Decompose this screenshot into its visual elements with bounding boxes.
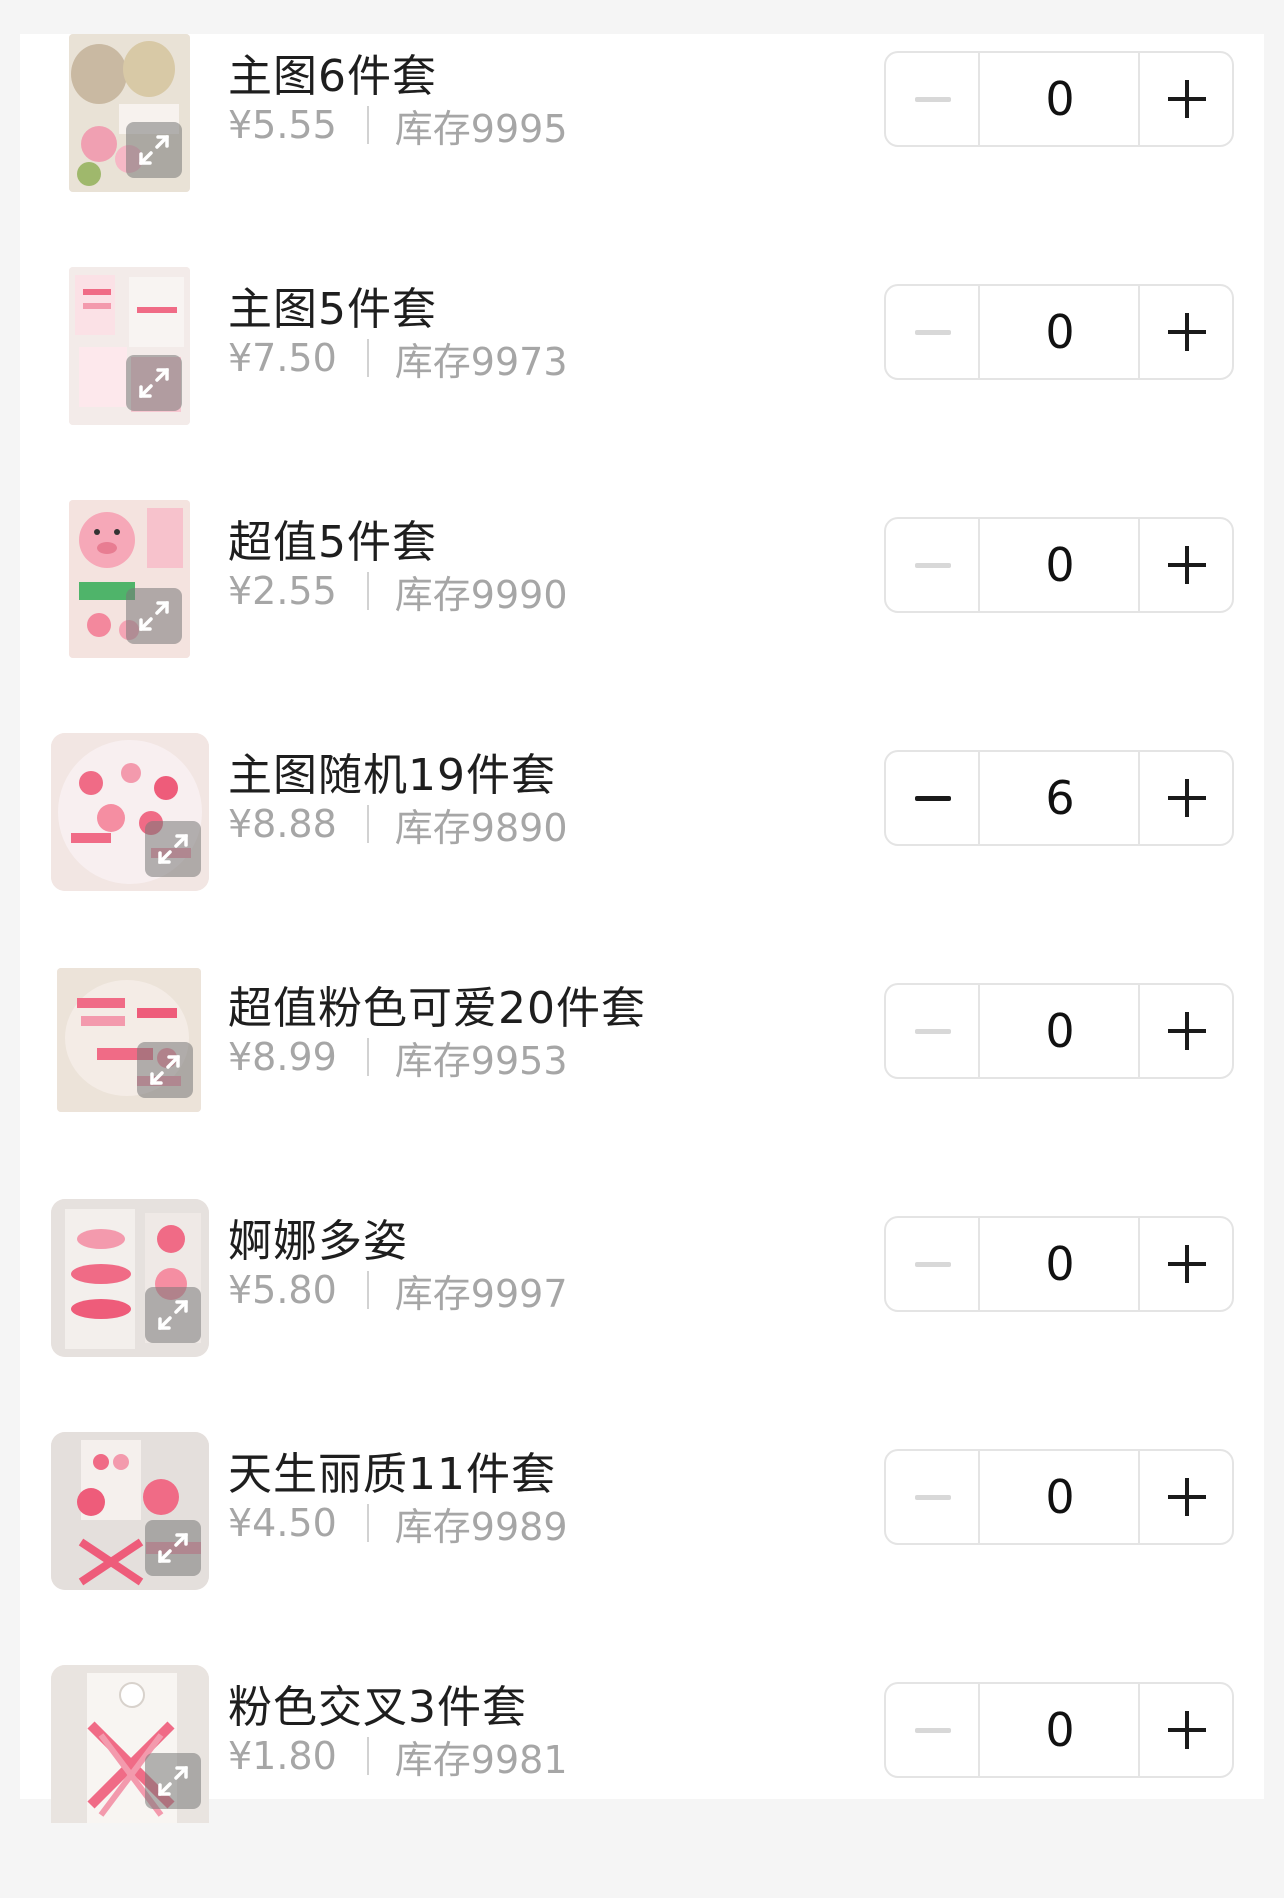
sku-list: 主图6件套 ¥5.55 库存9995 0 主图5件套 ¥7.50 库存9973 …	[20, 34, 1264, 1823]
product-price: ¥1.80	[228, 1734, 337, 1778]
plus-icon[interactable]	[1138, 985, 1232, 1077]
minus-icon[interactable]	[886, 1218, 980, 1310]
quantity-stepper: 0	[884, 517, 1234, 613]
divider	[366, 106, 369, 144]
plus-icon[interactable]	[1138, 1451, 1232, 1543]
quantity-value[interactable]: 0	[980, 1451, 1140, 1543]
expand-icon[interactable]	[145, 1520, 201, 1576]
minus-icon[interactable]	[886, 1684, 980, 1776]
quantity-value[interactable]: 6	[980, 752, 1140, 844]
product-name: 超值粉色可爱20件套	[228, 983, 646, 1034]
product-name: 主图6件套	[228, 51, 437, 102]
quantity-value[interactable]: 0	[980, 519, 1140, 611]
product-stock: 库存9981	[394, 1737, 568, 1782]
product-thumbnail[interactable]	[69, 500, 190, 658]
divider	[366, 1038, 369, 1076]
product-meta: ¥8.88 库存9890	[228, 799, 568, 850]
product-name: 主图随机19件套	[228, 750, 556, 801]
product-stock: 库存9890	[394, 805, 568, 850]
product-name: 天生丽质11件套	[228, 1449, 556, 1500]
expand-icon[interactable]	[145, 821, 201, 877]
quantity-stepper: 0	[884, 983, 1234, 1079]
product-meta: ¥1.80 库存9981	[228, 1731, 568, 1782]
divider	[366, 572, 369, 610]
quantity-value[interactable]: 0	[980, 286, 1140, 378]
product-thumbnail[interactable]	[51, 1199, 209, 1357]
product-thumbnail[interactable]	[51, 1432, 209, 1590]
product-stock: 库存9953	[394, 1038, 568, 1083]
product-name: 主图5件套	[228, 284, 437, 335]
expand-icon[interactable]	[145, 1287, 201, 1343]
product-stock: 库存9973	[394, 339, 568, 384]
list-item: 超值5件套 ¥2.55 库存9990 0	[20, 500, 1264, 733]
plus-icon[interactable]	[1138, 752, 1232, 844]
quantity-stepper: 0	[884, 1682, 1234, 1778]
list-item: 超值粉色可爱20件套 ¥8.99 库存9953 0	[20, 966, 1264, 1199]
plus-icon[interactable]	[1138, 286, 1232, 378]
product-stock: 库存9997	[394, 1271, 568, 1316]
list-item: 主图5件套 ¥7.50 库存9973 0	[20, 267, 1264, 500]
plus-icon[interactable]	[1138, 1218, 1232, 1310]
plus-icon[interactable]	[1138, 519, 1232, 611]
product-price: ¥4.50	[228, 1501, 337, 1545]
expand-icon[interactable]	[126, 588, 182, 644]
quantity-stepper: 6	[884, 750, 1234, 846]
product-meta: ¥5.80 库存9997	[228, 1265, 568, 1316]
product-price: ¥2.55	[228, 569, 337, 613]
minus-icon[interactable]	[886, 286, 980, 378]
list-item: 天生丽质11件套 ¥4.50 库存9989 0	[20, 1432, 1264, 1665]
quantity-stepper: 0	[884, 51, 1234, 147]
minus-icon[interactable]	[886, 1451, 980, 1543]
expand-icon[interactable]	[137, 1042, 193, 1098]
product-thumbnail[interactable]	[69, 34, 190, 192]
quantity-stepper: 0	[884, 1449, 1234, 1545]
plus-icon[interactable]	[1138, 1684, 1232, 1776]
quantity-stepper: 0	[884, 284, 1234, 380]
quantity-value[interactable]: 0	[980, 985, 1140, 1077]
product-thumbnail[interactable]	[51, 1665, 209, 1823]
list-item: 粉色交叉3件套 ¥1.80 库存9981 0	[20, 1665, 1264, 1898]
product-meta: ¥8.99 库存9953	[228, 1032, 568, 1083]
divider	[366, 1271, 369, 1309]
list-item: 主图6件套 ¥5.55 库存9995 0	[20, 34, 1264, 267]
product-name: 粉色交叉3件套	[228, 1682, 527, 1733]
product-thumbnail[interactable]	[57, 968, 201, 1112]
plus-icon[interactable]	[1138, 53, 1232, 145]
product-meta: ¥5.55 库存9995	[228, 100, 568, 151]
product-meta: ¥7.50 库存9973	[228, 333, 568, 384]
minus-icon[interactable]	[886, 752, 980, 844]
minus-icon[interactable]	[886, 53, 980, 145]
quantity-value[interactable]: 0	[980, 53, 1140, 145]
divider	[366, 805, 369, 843]
product-price: ¥8.99	[228, 1035, 337, 1079]
quantity-value[interactable]: 0	[980, 1684, 1140, 1776]
product-price: ¥8.88	[228, 802, 337, 846]
expand-icon[interactable]	[126, 355, 182, 411]
divider	[366, 1504, 369, 1542]
divider	[366, 1737, 369, 1775]
list-item: 婀娜多姿 ¥5.80 库存9997 0	[20, 1199, 1264, 1432]
quantity-stepper: 0	[884, 1216, 1234, 1312]
product-price: ¥7.50	[228, 336, 337, 380]
product-stock: 库存9989	[394, 1504, 568, 1549]
divider	[366, 339, 369, 377]
product-meta: ¥2.55 库存9990	[228, 566, 568, 617]
list-item: 主图随机19件套 ¥8.88 库存9890 6	[20, 733, 1264, 966]
product-thumbnail[interactable]	[51, 733, 209, 891]
product-stock: 库存9990	[394, 572, 568, 617]
product-price: ¥5.55	[228, 103, 337, 147]
product-name: 超值5件套	[228, 517, 437, 568]
quantity-value[interactable]: 0	[980, 1218, 1140, 1310]
expand-icon[interactable]	[145, 1753, 201, 1809]
expand-icon[interactable]	[126, 122, 182, 178]
product-thumbnail[interactable]	[69, 267, 190, 425]
product-price: ¥5.80	[228, 1268, 337, 1312]
product-name: 婀娜多姿	[228, 1216, 408, 1267]
minus-icon[interactable]	[886, 985, 980, 1077]
minus-icon[interactable]	[886, 519, 980, 611]
product-stock: 库存9995	[394, 106, 568, 151]
product-meta: ¥4.50 库存9989	[228, 1498, 568, 1549]
